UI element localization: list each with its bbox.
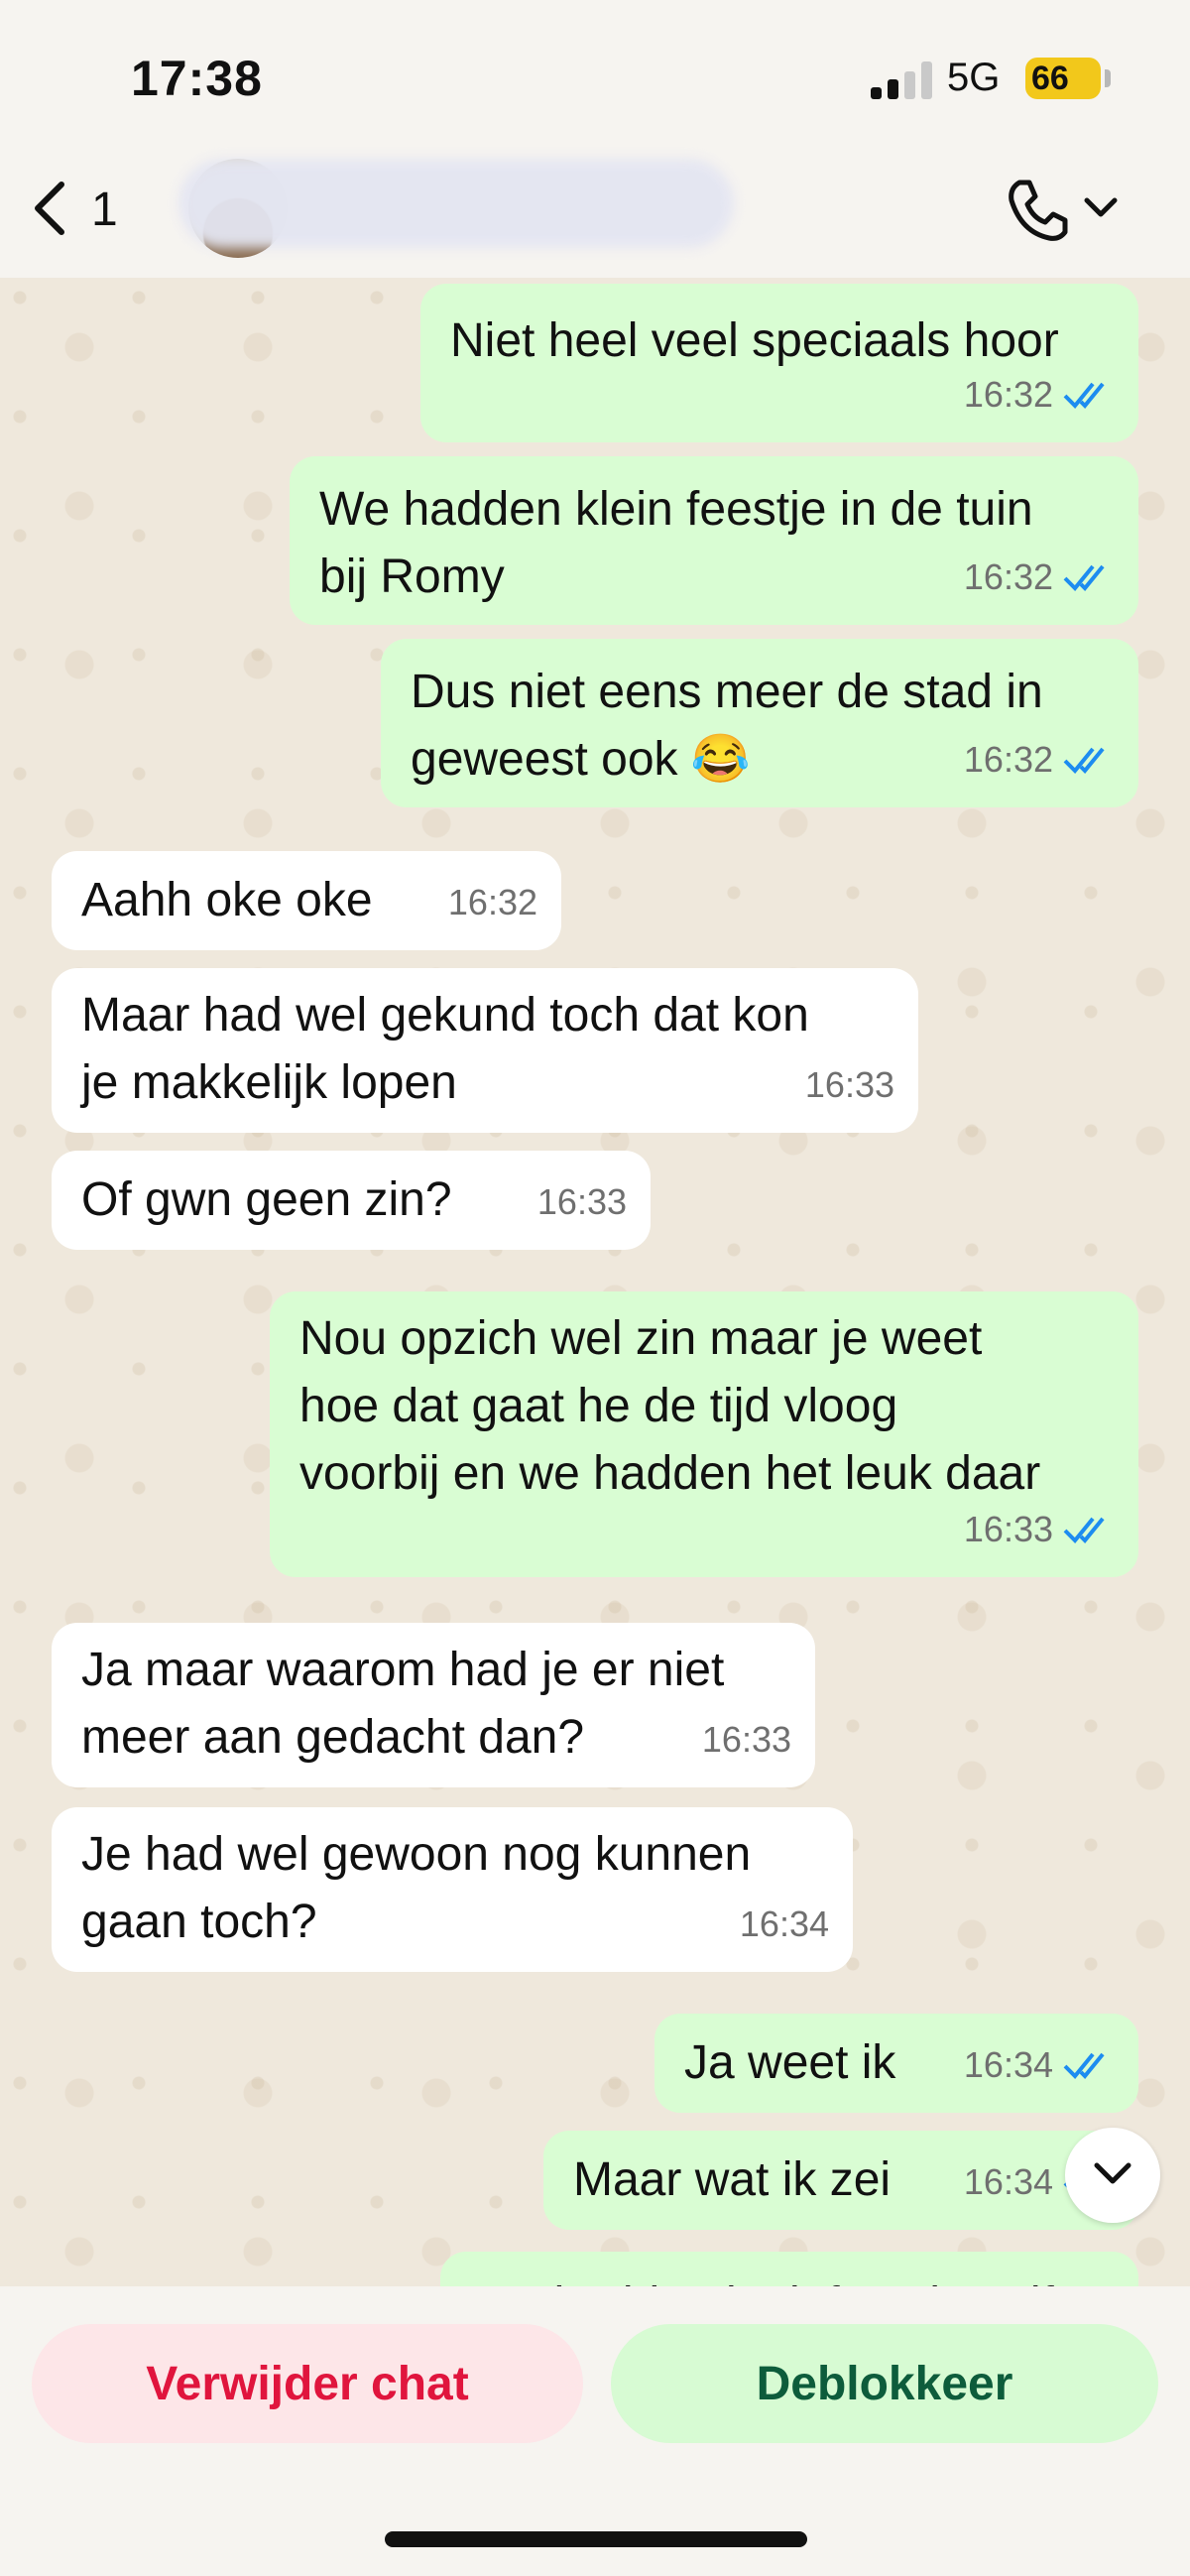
message-text: Je had wel gewoon nog kunnen gaan toch? xyxy=(81,1828,752,1948)
message-bubble[interactable]: Ja maar waarom had je er niet meer aan g… xyxy=(52,1623,815,1787)
message-time: 16:32 xyxy=(447,882,537,922)
double-check-icon xyxy=(1063,747,1105,774)
message-text: Ja maar waarom had je er niet meer aan g… xyxy=(81,1644,725,1764)
back-icon[interactable] xyxy=(28,179,73,238)
phone-icon[interactable] xyxy=(1002,175,1073,246)
message-bubble[interactable]: We hadden leuk feestje zelf xyxy=(440,2252,1138,2286)
battery-icon: 66 xyxy=(1025,58,1101,99)
message-bubble[interactable]: Ja weet ik 16:34 xyxy=(654,2014,1138,2113)
message-bubble[interactable]: Maar wat ik zei 16:34 xyxy=(543,2131,1138,2230)
unread-count[interactable]: 1 xyxy=(91,183,118,237)
double-check-icon xyxy=(1063,382,1105,409)
message-text: We hadden leuk feestje zelf xyxy=(470,2271,1111,2286)
double-check-icon xyxy=(1063,2052,1105,2079)
message-bubble[interactable]: Aahh oke oke 16:32 xyxy=(52,851,561,950)
message-time: 16:32 xyxy=(963,374,1053,415)
message-time: 16:34 xyxy=(963,2161,1053,2202)
message-bubble[interactable]: Maar had wel gekund toch dat kon je makk… xyxy=(52,968,918,1133)
blocked-actions-bar: Verwijder chat Deblokkeer xyxy=(0,2286,1190,2576)
chat-area[interactable]: Niet heel veel speciaals hoor 16:32 We h… xyxy=(0,278,1190,2286)
message-time: 16:34 xyxy=(963,2044,1053,2085)
battery-level: 66 xyxy=(1031,60,1069,97)
double-check-icon xyxy=(1063,564,1105,591)
status-bar: 17:38 5G 66 xyxy=(0,0,1190,159)
message-bubble[interactable]: Nou opzich wel zin maar je weet hoe dat … xyxy=(270,1291,1138,1577)
message-time: 16:33 xyxy=(804,1064,894,1105)
message-time: 16:33 xyxy=(701,1719,791,1760)
message-bubble[interactable]: Dus niet eens meer de stad in geweest oo… xyxy=(381,639,1138,807)
message-time: 16:32 xyxy=(963,739,1053,780)
message-time: 16:32 xyxy=(963,556,1053,597)
status-time: 17:38 xyxy=(131,51,263,106)
chevron-down-icon xyxy=(1094,2162,1131,2184)
message-bubble[interactable]: Of gwn geen zin? 16:33 xyxy=(52,1151,651,1250)
scroll-to-bottom-button[interactable] xyxy=(1065,2128,1160,2223)
message-time: 16:34 xyxy=(739,1903,829,1944)
message-text: Maar had wel gekund toch dat kon je makk… xyxy=(81,989,809,1109)
contact-name-redacted[interactable] xyxy=(178,159,734,248)
message-bubble[interactable]: Je had wel gewoon nog kunnen gaan toch? … xyxy=(52,1807,853,1972)
message-time: 16:33 xyxy=(963,1509,1053,1549)
battery-tip xyxy=(1105,69,1111,87)
double-check-icon xyxy=(1063,1517,1105,1543)
chevron-down-icon[interactable] xyxy=(1081,192,1121,222)
message-text: Nou opzich wel zin maar je weet hoe dat … xyxy=(299,1312,1041,1500)
message-time: 16:33 xyxy=(536,1181,627,1222)
signal-icon xyxy=(871,61,932,99)
delete-chat-button[interactable]: Verwijder chat xyxy=(32,2324,583,2443)
chat-header: 1 xyxy=(0,159,1190,278)
message-bubble[interactable]: We hadden klein feestje in de tuin bij R… xyxy=(290,456,1138,625)
unblock-button[interactable]: Deblokkeer xyxy=(611,2324,1158,2443)
message-bubble[interactable]: Niet heel veel speciaals hoor 16:32 xyxy=(420,284,1138,442)
home-indicator[interactable] xyxy=(385,2531,807,2547)
network-type: 5G xyxy=(947,56,1001,99)
